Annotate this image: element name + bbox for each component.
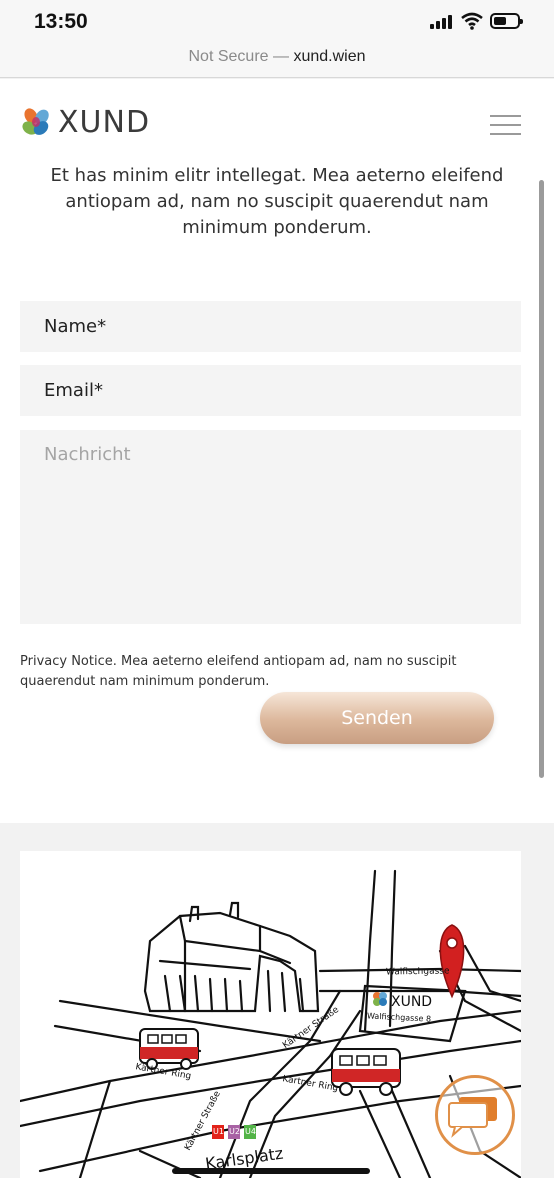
map-line-u2: U2 (229, 1127, 240, 1136)
name-field[interactable] (20, 301, 521, 352)
site-brand: XUND (58, 104, 151, 140)
home-indicator (172, 1168, 370, 1174)
contact-section: Et has minim elitr intellegat. Mea aeter… (0, 165, 554, 823)
site-header: XUND (0, 79, 554, 165)
chat-bubble-icon (448, 1097, 497, 1138)
message-field[interactable] (20, 430, 521, 624)
battery-icon (490, 13, 523, 29)
location-pin-icon (439, 924, 465, 999)
map-line-u1: U1 (213, 1127, 224, 1136)
status-bar: 13:50 (0, 0, 554, 44)
privacy-notice: Privacy Notice. Mea aeterno eleifend ant… (20, 654, 457, 689)
intro-text: Et has minim elitr intellegat. Mea aeter… (50, 165, 504, 238)
menu-icon[interactable] (490, 115, 521, 135)
security-label: Not Secure (188, 48, 269, 65)
url-separator: — (268, 48, 294, 65)
address-bar[interactable]: Not Secure — xund.wien (0, 44, 554, 78)
email-field[interactable] (20, 365, 521, 416)
status-time: 13:50 (34, 10, 88, 33)
url-domain: xund.wien (293, 48, 366, 65)
name-input[interactable] (20, 301, 521, 352)
page-scrollbar[interactable] (539, 180, 544, 778)
message-textarea[interactable] (20, 430, 521, 624)
tram-right (331, 1048, 401, 1096)
xund-logo-icon (22, 108, 49, 135)
site-logo[interactable]: XUND (20, 104, 151, 140)
send-button[interactable]: Senden (260, 692, 494, 744)
cellular-signal-icon (430, 15, 454, 29)
map-line-u4: U4 (245, 1127, 256, 1136)
tram-left (139, 1028, 199, 1070)
wifi-icon (461, 12, 483, 30)
map-street-walfischgasse: Walfischgasse (385, 966, 450, 978)
email-input[interactable] (20, 365, 521, 416)
map-brand: XUND (391, 994, 433, 1010)
chat-button[interactable] (435, 1075, 515, 1155)
